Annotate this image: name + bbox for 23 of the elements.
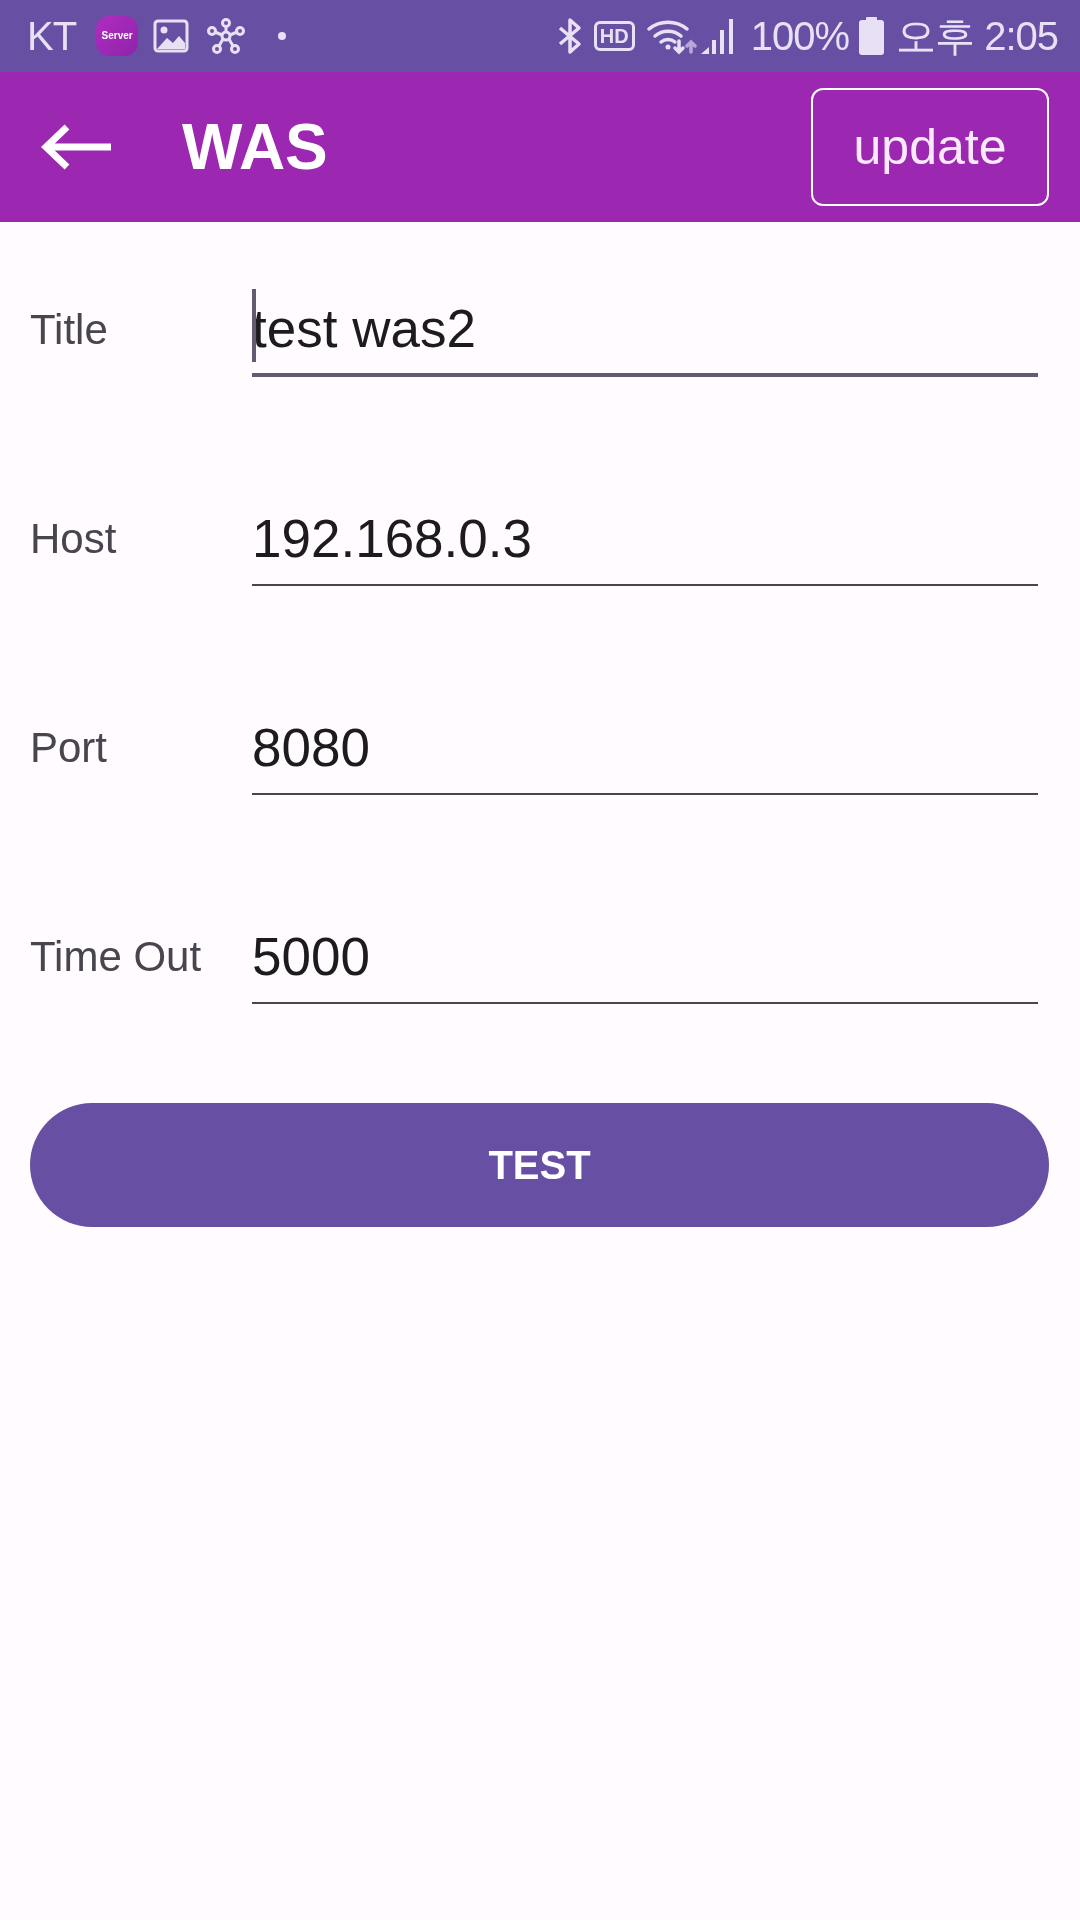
battery-percent: 100% — [750, 16, 850, 56]
bluetooth-icon — [557, 17, 582, 55]
app-notification-icon: Server — [96, 16, 139, 56]
image-icon — [153, 19, 190, 53]
screen-title: WAS — [182, 115, 328, 179]
text-input[interactable]: test was2 — [252, 283, 1038, 377]
hub-icon — [207, 18, 246, 54]
back-arrow-icon[interactable] — [41, 124, 111, 170]
test-button[interactable]: TEST — [30, 1103, 1049, 1227]
text-input[interactable]: 5000 — [252, 910, 1038, 1004]
battery-icon — [859, 17, 885, 55]
hd-voice-badge: HD — [593, 21, 635, 51]
field-label: Time Out — [30, 933, 202, 980]
field-label: Title — [30, 306, 108, 353]
dot-icon — [278, 32, 287, 40]
text-input[interactable]: 192.168.0.3 — [252, 492, 1038, 586]
field-label: Host — [30, 515, 117, 562]
wifi-icon — [646, 17, 697, 55]
field-label: Port — [30, 724, 108, 771]
update-button[interactable]: update — [811, 88, 1049, 206]
carrier-label: KT — [27, 16, 77, 56]
clock-time: 오후 2:05 — [896, 16, 1058, 56]
text-input[interactable]: 8080 — [252, 701, 1038, 795]
